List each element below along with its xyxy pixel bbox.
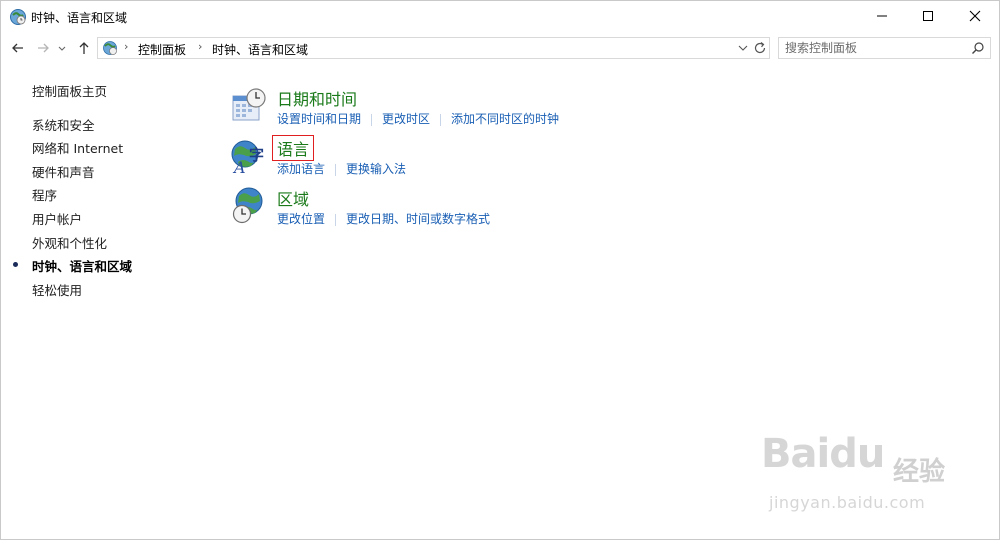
sidebar-item-control-panel-home[interactable]: 控制面板主页 — [32, 81, 107, 100]
language-globe-icon[interactable]: A 字 — [229, 136, 269, 177]
sidebar-item-programs[interactable]: 程序 — [32, 185, 57, 204]
category-date-time: 日期和时间 设置时间和日期 更改时区 添加不同时区的时钟 — [229, 86, 729, 132]
region-links: 更改位置 更改日期、时间或数字格式 — [277, 210, 490, 227]
back-arrow-icon[interactable] — [9, 39, 27, 57]
svg-text:字: 字 — [249, 146, 264, 164]
link-divider — [335, 213, 337, 226]
link-divider — [335, 163, 337, 176]
sidebar-item-ease-of-access[interactable]: 轻松使用 — [32, 280, 82, 299]
date-time-links: 设置时间和日期 更改时区 添加不同时区的时钟 — [277, 110, 559, 127]
title-bar: 时钟、语言和区域 — [1, 1, 999, 33]
breadcrumb-current[interactable]: 时钟、语言和区域 — [212, 41, 308, 58]
close-button[interactable] — [952, 1, 998, 31]
search-input[interactable] — [785, 40, 965, 56]
category-language: A 字 语言 添加语言 更换输入法 — [229, 135, 729, 182]
change-time-zone-link[interactable]: 更改时区 — [382, 112, 430, 126]
minimize-button[interactable] — [859, 1, 905, 31]
breadcrumb-control-panel[interactable]: 控制面板 — [138, 41, 186, 58]
breadcrumb-separator-icon[interactable]: › — [124, 40, 128, 53]
current-item-bullet-icon — [13, 262, 18, 267]
category-region: 区域 更改位置 更改日期、时间或数字格式 — [229, 186, 729, 232]
search-box[interactable] — [778, 37, 991, 59]
region-title-link[interactable]: 区域 — [277, 186, 309, 210]
sidebar-item-user-accounts[interactable]: 用户帐户 — [32, 209, 82, 228]
change-input-method-link[interactable]: 更换输入法 — [346, 162, 406, 176]
search-icon[interactable] — [971, 41, 985, 55]
date-time-title-link[interactable]: 日期和时间 — [277, 86, 357, 110]
watermark-cn-text: 经验 — [893, 457, 946, 487]
up-arrow-icon[interactable] — [75, 39, 93, 57]
breadcrumb-separator-icon[interactable]: › — [198, 40, 202, 53]
baidu-jingyan-watermark: Baidu 经验 jingyan.baidu.com — [761, 431, 961, 521]
refresh-icon[interactable] — [752, 40, 768, 56]
address-bar[interactable]: › 控制面板 › 时钟、语言和区域 — [97, 37, 770, 59]
add-clocks-link[interactable]: 添加不同时区的时钟 — [451, 112, 559, 126]
change-location-link[interactable]: 更改位置 — [277, 212, 325, 226]
forward-arrow-icon[interactable] — [34, 39, 52, 57]
control-panel-window: 时钟、语言和区域 › 控制面板 › 时钟、语言和区域 搜索控制面板 控制面板主页… — [0, 0, 1000, 540]
sidebar-item-appearance[interactable]: 外观和个性化 — [32, 233, 107, 252]
sidebar: 控制面板主页 系统和安全 网络和 Internet 硬件和声音 程序 用户帐户 … — [1, 63, 201, 533]
watermark-logo: Baidu — [761, 431, 885, 477]
maximize-button[interactable] — [905, 1, 951, 31]
sidebar-item-clock-language-region: 时钟、语言和区域 — [32, 259, 133, 274]
language-links: 添加语言 更换输入法 — [277, 160, 406, 177]
set-time-date-link[interactable]: 设置时间和日期 — [277, 112, 361, 126]
recent-locations-chevron-icon[interactable] — [56, 39, 68, 57]
svg-text:A: A — [232, 158, 246, 176]
address-dropdown-chevron-icon[interactable] — [736, 41, 750, 55]
change-date-time-number-format-link[interactable]: 更改日期、时间或数字格式 — [346, 212, 490, 226]
link-divider — [440, 113, 442, 126]
control-panel-app-icon — [9, 8, 27, 26]
sidebar-item-system-security[interactable]: 系统和安全 — [32, 115, 95, 134]
region-globe-clock-icon[interactable] — [229, 186, 269, 226]
sidebar-item-hardware-sound[interactable]: 硬件和声音 — [32, 162, 95, 181]
navigation-bar: › 控制面板 › 时钟、语言和区域 — [1, 33, 999, 63]
sidebar-item-network-internet[interactable]: 网络和 Internet — [32, 138, 123, 157]
language-title-link[interactable]: 语言 — [271, 135, 315, 161]
link-divider — [371, 113, 373, 126]
watermark-url: jingyan.baidu.com — [769, 493, 926, 512]
control-panel-location-icon — [102, 40, 118, 56]
calendar-clock-icon[interactable] — [229, 86, 269, 126]
window-title: 时钟、语言和区域 — [31, 11, 128, 25]
add-language-link[interactable]: 添加语言 — [277, 162, 325, 176]
